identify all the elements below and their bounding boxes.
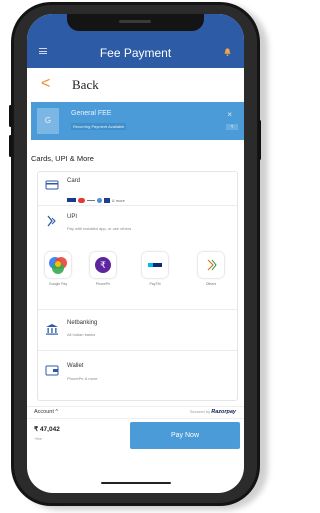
razorpay-logo: Razorpay [211,409,236,415]
method-card-title: Card [67,178,81,184]
method-upi-title: UPI [67,214,78,220]
maestro-icon [97,197,102,203]
upi-app-phonepe[interactable]: ₹ [90,252,116,278]
close-icon[interactable]: × [227,110,232,119]
back-arrow-icon[interactable]: < [41,75,50,93]
pay-now-button[interactable]: Pay Now [130,422,240,449]
secured-by: Secured by Razorpay [190,409,236,415]
upi-app-label: Google Pay [48,282,68,286]
home-indicator[interactable] [101,482,171,484]
page-title: Fee Payment [99,46,172,60]
amount-total: ₹ 47,042 [34,426,60,433]
upi-app-label: PayTM [149,282,161,286]
card-icon [45,180,59,190]
phonepe-icon: ₹ [95,257,111,273]
upi-app-label: PhonePe [95,282,111,286]
method-card[interactable]: Card & more [38,172,237,206]
upi-app-others[interactable] [198,252,224,278]
fee-avatar: G [37,108,59,134]
bell-icon[interactable] [223,47,232,57]
account-toggle[interactable]: Account ^ [34,409,58,415]
upi-icon [47,215,56,227]
upi-app-paytm[interactable] [142,252,168,278]
upi-others-icon [207,259,217,271]
phone-volume-button [9,135,12,157]
google-pay-icon [49,257,67,274]
fee-title: General FEE [71,110,112,117]
recurring-badge: Recurring Payment Available [71,123,127,130]
phone-side-button [258,120,261,160]
method-netbanking-title: Netbanking [67,320,98,326]
bank-icon [46,324,58,335]
upi-app-grid: Google Pay ₹ PhonePe PayTM Others [38,252,237,302]
card-more-text: & more [112,197,125,203]
rupay-icon [104,197,110,203]
phone-screen: Fee Payment < Back G General FEE Recurri… [27,14,244,493]
wallet-icon [45,365,59,376]
currency-chip: ₹ [226,124,238,130]
upi-app-label: Others [205,282,217,286]
method-upi-subtitle: Pay with installed app, or use others [67,226,132,231]
paytm-icon [148,263,162,267]
back-row[interactable]: < Back [27,68,244,102]
fee-note: +fee [34,436,42,441]
card-network-logos: & more [67,197,127,203]
method-wallet-title: Wallet [67,363,84,369]
visa-icon [67,198,76,202]
section-title: Cards, UPI & More [31,154,94,163]
fee-summary-card: G General FEE Recurring Payment Availabl… [31,102,244,140]
upi-app-google-pay[interactable] [45,252,71,278]
separator-icon [87,199,95,201]
svg-text:₹: ₹ [100,261,106,271]
method-wallet[interactable]: Wallet PhonePe & more [38,351,237,399]
phone-volume-button [9,105,12,127]
mastercard-icon [78,197,85,203]
back-label[interactable]: Back [72,77,99,93]
phone-notch [67,14,204,31]
pay-bar: ₹ 47,042 +fee Pay Now [27,418,244,454]
method-netbanking-subtitle: All Indian banks [67,332,96,337]
method-wallet-subtitle: PhonePe & more [67,376,98,381]
method-netbanking[interactable]: Netbanking All Indian banks [38,310,237,351]
method-upi[interactable]: UPI Pay with installed app, or use other… [38,206,237,310]
speaker-grille [119,20,151,23]
secured-prefix: Secured by [189,409,211,414]
payment-methods-panel: Card & more UPI Pay with installed app, … [37,171,238,401]
